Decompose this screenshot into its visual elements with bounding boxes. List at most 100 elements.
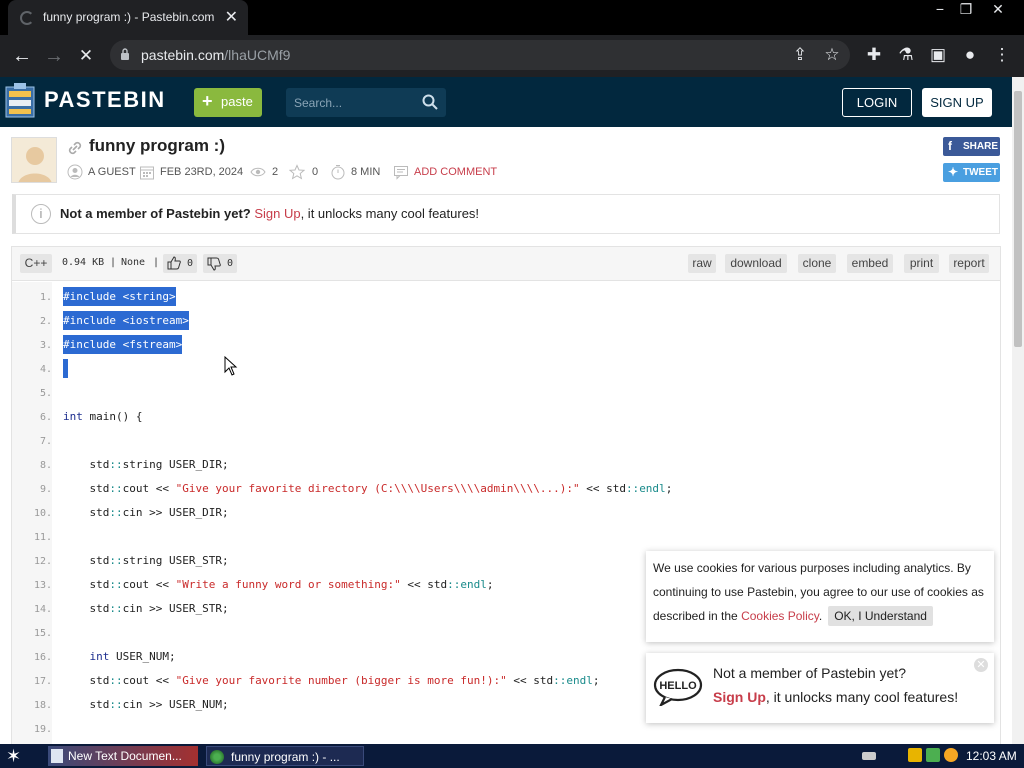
read-time: 8 MIN — [351, 166, 381, 178]
code-line[interactable]: std::string USER_DIR; — [63, 458, 228, 471]
line-number: 10. — [33, 508, 52, 519]
close-popup-icon[interactable]: ✕ — [974, 658, 988, 672]
print-button[interactable]: print — [904, 254, 939, 273]
separator: | — [153, 257, 160, 268]
dislike-button[interactable]: 0 — [203, 254, 237, 273]
line-number: 15. — [33, 628, 52, 639]
user-icon — [67, 164, 83, 180]
guest-avatar — [11, 137, 57, 183]
loading-icon — [20, 11, 34, 25]
restore-icon[interactable]: ❐ — [950, 0, 982, 18]
calendar-icon — [140, 166, 154, 180]
login-button[interactable]: LOGIN — [842, 88, 912, 117]
star-count: 0 — [312, 166, 319, 178]
address-bar[interactable]: pastebin.com/lhaUCMf9 ⇪ ☆ — [110, 40, 850, 70]
facebook-share-button[interactable]: f SHARE — [943, 137, 1000, 156]
report-button[interactable]: report — [949, 254, 989, 273]
cookies-policy-link[interactable]: Cookies Policy — [741, 609, 819, 623]
paste-size: 0.94 KB — [62, 257, 105, 268]
code-line[interactable]: std::cin >> USER_STR; — [63, 602, 228, 615]
language-tag[interactable]: C++ — [20, 254, 52, 273]
code-line[interactable]: std::string USER_STR; — [63, 554, 228, 567]
tab-title: funny program :) - Pastebin.com — [43, 10, 215, 24]
bookmark-star-icon[interactable]: ☆ — [820, 43, 844, 67]
paste-category: None — [121, 257, 146, 268]
line-number: 14. — [33, 604, 52, 615]
document-icon — [51, 749, 63, 763]
search-input[interactable]: Search... — [286, 88, 446, 117]
url-text[interactable]: pastebin.com/lhaUCMf9 — [141, 47, 290, 63]
line-number: 16. — [33, 652, 52, 663]
popup-signup-link[interactable]: Sign Up — [713, 689, 766, 705]
signup-button[interactable]: SIGN UP — [922, 88, 992, 117]
page-scrollbar[interactable] — [1012, 77, 1024, 744]
signup-popup: HELLO Not a member of Pastebin yet? Sign… — [646, 653, 994, 723]
search-tray-icon[interactable] — [944, 748, 958, 762]
comment-icon — [394, 166, 408, 180]
line-number: 5. — [39, 388, 52, 399]
like-button[interactable]: 0 — [163, 254, 197, 273]
close-tab-icon[interactable]: ✕ — [225, 7, 238, 27]
code-line[interactable]: #include <string> — [63, 287, 176, 306]
pastebin-logo-icon[interactable] — [4, 81, 38, 119]
extensions-icon[interactable]: ✚ — [862, 43, 886, 67]
browser-tab[interactable]: funny program :) - Pastebin.com ✕ — [8, 0, 248, 35]
cookie-banner: We use cookies for various purposes incl… — [646, 551, 994, 642]
profile-avatar-icon[interactable]: ● — [958, 43, 982, 67]
clock: 12:03 AM — [966, 749, 1017, 763]
svg-text:HELLO: HELLO — [659, 680, 697, 692]
scrollbar-thumb[interactable] — [1014, 91, 1022, 347]
line-number: 3. — [39, 340, 52, 351]
raw-button[interactable]: raw — [688, 254, 716, 273]
code-line[interactable]: std::cin >> USER_DIR; — [63, 506, 228, 519]
signup-notice: i Not a member of Pastebin yet? Sign Up,… — [12, 194, 1000, 234]
line-number: 7. — [39, 436, 52, 447]
twitter-tweet-button[interactable]: ✦ TWEET — [943, 163, 1000, 182]
line-number: 2. — [39, 316, 52, 327]
twitter-bird-icon: ✦ — [948, 165, 959, 179]
line-number: 17. — [33, 676, 52, 687]
stop-icon[interactable]: ✕ — [73, 43, 99, 69]
code-line[interactable]: std::cout << "Give your favorite number … — [63, 674, 599, 687]
code-header: C++ 0.94 KB | None | 0 0 raw download cl… — [12, 247, 1000, 281]
shield-icon[interactable] — [908, 748, 922, 762]
start-menu-star-icon[interactable]: ✶ — [6, 746, 28, 766]
signup-link[interactable]: Sign Up — [254, 206, 300, 221]
notice-text: Not a member of Pastebin yet? — [60, 206, 255, 221]
labs-flask-icon[interactable]: ⚗ — [894, 43, 918, 67]
star-icon[interactable] — [289, 164, 305, 180]
code-line[interactable]: int main() { — [63, 410, 142, 423]
add-comment-link[interactable]: ADD COMMENT — [414, 166, 497, 178]
clone-button[interactable]: clone — [798, 254, 836, 273]
menu-icon[interactable]: ⋮ — [990, 43, 1014, 67]
forward-icon[interactable]: → — [41, 43, 67, 69]
taskbar-item-text-document[interactable]: New Text Documen... — [48, 746, 198, 766]
line-number-gutter: 1. 2. 3. 4. 5. 6. 7. 8. 9. 10. 11. 12. 13. 14. 15. 16. 1… — [12, 282, 52, 757]
cookie-ok-button[interactable]: OK, I Understand — [828, 606, 933, 626]
download-button[interactable]: download — [725, 254, 787, 273]
view-count: 2 — [272, 166, 279, 178]
close-window-icon[interactable]: ✕ — [982, 0, 1014, 18]
site-brand[interactable]: PASTEBIN — [44, 87, 166, 113]
network-icon[interactable] — [926, 748, 940, 762]
plus-icon: + — [202, 91, 213, 111]
browser-tab-bar: funny program :) - Pastebin.com ✕ − ❐ ✕ — [0, 0, 1024, 35]
code-line[interactable]: std::cout << "Give your favorite directo… — [63, 482, 672, 495]
back-icon[interactable]: ← — [9, 43, 35, 69]
code-line[interactable]: #include <fstream> — [63, 335, 183, 354]
paste-author[interactable]: A GUEST — [88, 166, 136, 178]
line-number: 4. — [39, 364, 52, 375]
taskbar-item-browser[interactable]: funny program :) - ... — [206, 746, 364, 766]
share-page-icon[interactable]: ⇪ — [788, 43, 812, 67]
line-number: 8. — [39, 460, 52, 471]
new-paste-button[interactable]: + paste — [194, 88, 262, 117]
side-panel-icon[interactable]: ▣ — [926, 43, 950, 67]
code-line[interactable] — [63, 359, 68, 378]
embed-button[interactable]: embed — [847, 254, 893, 273]
code-line[interactable]: std::cin >> USER_NUM; — [63, 698, 228, 711]
code-line[interactable]: int USER_NUM; — [63, 650, 176, 663]
keyboard-icon[interactable] — [862, 752, 876, 760]
search-icon[interactable] — [422, 94, 438, 110]
code-line[interactable]: #include <iostream> — [63, 311, 189, 330]
code-line[interactable]: std::cout << "Write a funny word or some… — [63, 578, 493, 591]
